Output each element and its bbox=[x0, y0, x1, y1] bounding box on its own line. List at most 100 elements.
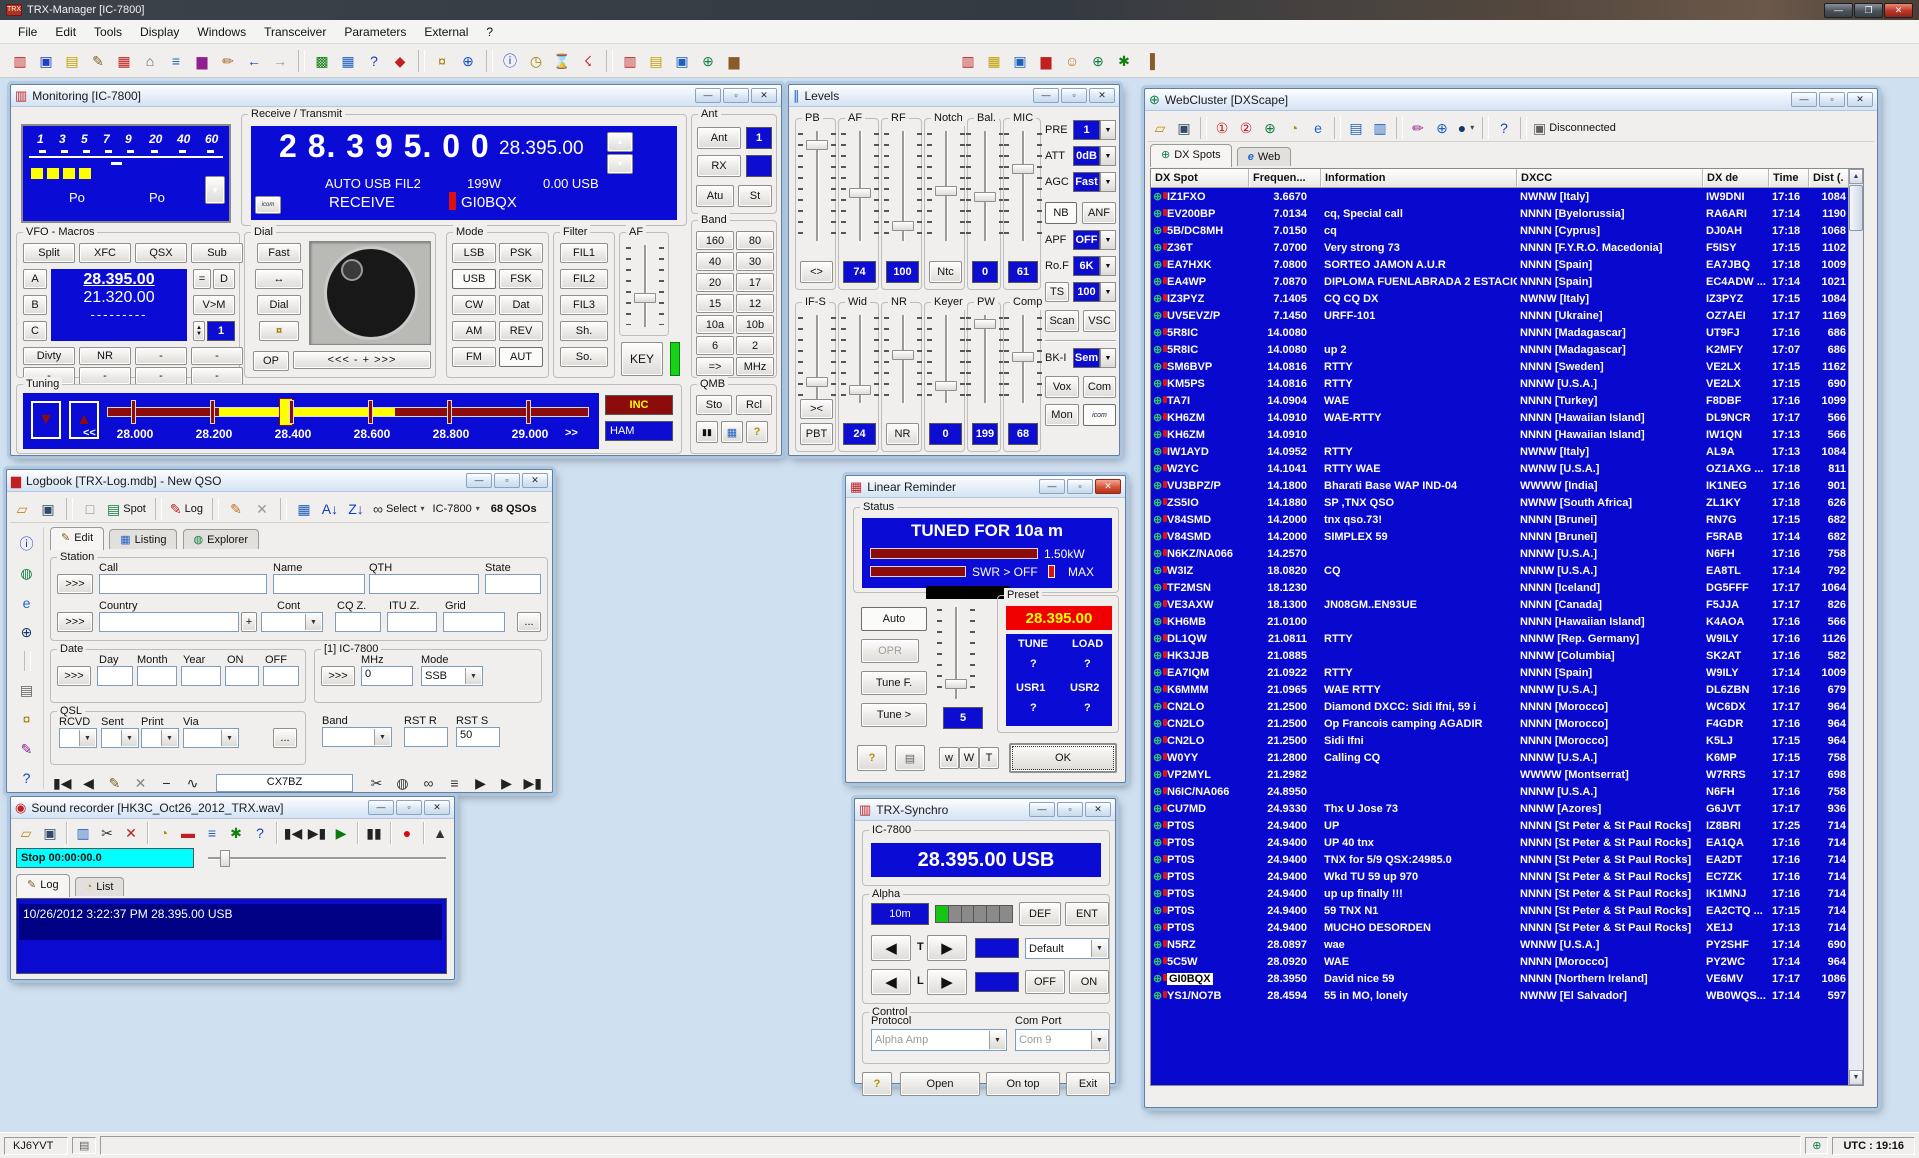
w-big-button[interactable]: W bbox=[959, 747, 979, 769]
globe-stand-icon[interactable]: ⊕ bbox=[1430, 116, 1454, 140]
af-slider-knob[interactable] bbox=[849, 188, 871, 198]
keyer-slider[interactable] bbox=[935, 315, 957, 403]
spot-row[interactable]: ⊕ZS5IO14.1880SP ,TNX QSONWNW [South Afri… bbox=[1151, 494, 1863, 511]
mode-usb-button[interactable]: USB bbox=[452, 269, 496, 289]
dial-step-bar[interactable]: <<< - + >>> bbox=[293, 351, 431, 369]
delete-icon[interactable]: ✕ bbox=[119, 821, 143, 845]
band-10a-button[interactable]: 10a bbox=[696, 315, 734, 334]
grid-field[interactable] bbox=[443, 612, 505, 632]
spot-row[interactable]: ⊕UV5EVZ/P7.1450URFF-101NNNN [Ukraine]OZ7… bbox=[1151, 307, 1863, 324]
date-now-button[interactable]: >>> bbox=[57, 666, 91, 686]
macro2-item-button[interactable]: - bbox=[79, 367, 131, 385]
spot-row[interactable]: ⊕V84SMD14.2000SIMPLEX 59NNNN [Brunei]F5R… bbox=[1151, 528, 1863, 545]
scroll-up-icon[interactable]: ▲ bbox=[1849, 169, 1863, 184]
eject-icon[interactable]: ▲ bbox=[428, 821, 452, 845]
help-mini-icon[interactable]: ? bbox=[746, 421, 768, 443]
rig2-icon[interactable]: ▥ bbox=[618, 49, 642, 73]
audio-mini-icon[interactable]: ▮▮ bbox=[696, 421, 718, 443]
rf-slider-knob[interactable] bbox=[892, 221, 914, 231]
spot-callsign[interactable]: TF2MSN bbox=[1167, 582, 1211, 594]
spot-row[interactable]: ⊕EV200BP7.0134cq, Special callNNNN [Byel… bbox=[1151, 205, 1863, 222]
spot-row[interactable]: ⊕CN2LO21.2500Diamond DXCC: Sidi Ifni, 59… bbox=[1151, 698, 1863, 715]
levels-minimize[interactable]: — bbox=[1033, 88, 1059, 103]
comp-slider-knob[interactable] bbox=[1012, 352, 1034, 362]
select-icon[interactable]: ∞Select▾ bbox=[370, 497, 428, 521]
spot-callsign[interactable]: W3IZ bbox=[1167, 565, 1193, 577]
levels-titlebar[interactable]: ∥ Levels — ▫ ✕ bbox=[789, 85, 1119, 107]
scroll-down-icon[interactable]: ▼ bbox=[1849, 1070, 1863, 1085]
list-view-icon[interactable]: ▤ bbox=[1344, 116, 1368, 140]
spot-callsign[interactable]: UV5EVZ/P bbox=[1167, 310, 1220, 322]
spot-callsign[interactable]: PT0S bbox=[1167, 820, 1195, 832]
pbt-button[interactable]: PBT bbox=[800, 423, 833, 445]
internet-explorer-icon[interactable]: e bbox=[1306, 116, 1330, 140]
dual-watch-button[interactable]: D bbox=[213, 269, 235, 289]
keyer-slider-knob[interactable] bbox=[935, 381, 957, 391]
linear-titlebar[interactable]: ▦ Linear Reminder — ▫ ✕ bbox=[846, 476, 1125, 498]
connection-icon[interactable]: ▣Disconnected bbox=[1530, 116, 1619, 140]
next-record-icon[interactable]: ▶ bbox=[495, 771, 519, 795]
delete-record-icon[interactable]: − bbox=[154, 771, 178, 795]
ts-combo[interactable]: 100▼ bbox=[1073, 282, 1116, 302]
tune-button[interactable]: Tune > bbox=[861, 703, 927, 727]
synchro-close[interactable]: ✕ bbox=[1085, 802, 1111, 817]
menu-tools[interactable]: Tools bbox=[86, 22, 130, 42]
macro-item-button[interactable]: - bbox=[191, 347, 243, 365]
spot-row[interactable]: ⊕V84SMD14.2000tnx qso.73!NNNN [Brunei]RN… bbox=[1151, 511, 1863, 528]
spot-callsign[interactable]: EA4WP bbox=[1167, 276, 1206, 288]
scrollbar-thumb[interactable] bbox=[1849, 185, 1863, 231]
linear-minimize[interactable]: — bbox=[1039, 479, 1065, 494]
webcluster-minimize[interactable]: — bbox=[1791, 92, 1817, 107]
column-header-information[interactable]: Information bbox=[1321, 169, 1517, 187]
mixer-icon[interactable]: ≡ bbox=[200, 821, 224, 845]
wid-slider[interactable] bbox=[849, 315, 871, 403]
linear-close[interactable]: ✕ bbox=[1095, 479, 1121, 494]
vsc-button[interactable]: VSC bbox=[1083, 310, 1116, 332]
clock-globe-icon[interactable]: ◷ bbox=[524, 49, 548, 73]
spot-row[interactable]: ⊕5B/DC8MH7.0150cqNNNN [Cyprus]DJ0AH17:18… bbox=[1151, 222, 1863, 239]
on-field[interactable] bbox=[225, 666, 259, 686]
webcluster-close[interactable]: ✕ bbox=[1847, 92, 1873, 107]
spot-callsign[interactable]: KH6ZM bbox=[1167, 429, 1205, 441]
tab-dx-spots[interactable]: ⊕DX Spots bbox=[1150, 144, 1232, 167]
st-button[interactable]: St bbox=[738, 185, 772, 207]
spot-row[interactable]: ⊕PT0S24.9400TNX for 5/9 QSX:24985.0NNNN … bbox=[1151, 851, 1863, 868]
redo-icon[interactable]: → bbox=[268, 49, 292, 73]
rt-scroll-up[interactable]: ▲ bbox=[607, 132, 633, 152]
com-button[interactable]: Com bbox=[1083, 376, 1116, 398]
webcluster-maximize[interactable]: ▫ bbox=[1819, 92, 1845, 107]
new-window-icon[interactable]: ▩ bbox=[310, 49, 334, 73]
t-button[interactable]: T bbox=[979, 747, 999, 769]
op-button[interactable]: OP bbox=[253, 351, 289, 371]
vfo-sub-button[interactable]: Sub bbox=[191, 243, 243, 263]
logbook-minimize[interactable]: — bbox=[466, 473, 492, 488]
sort-icon[interactable]: ≡ bbox=[443, 771, 467, 795]
maximize-button[interactable]: ❐ bbox=[1854, 3, 1883, 18]
auto-button[interactable]: Auto bbox=[861, 607, 927, 631]
spot-row[interactable]: ⊕W2YC14.1041RTTY WAENWNW [U.S.A.]OZ1AXG … bbox=[1151, 460, 1863, 477]
band-160-button[interactable]: 160 bbox=[696, 231, 734, 250]
tab-edit[interactable]: ✎Edit bbox=[50, 527, 104, 550]
logbook-icon[interactable]: ▆ bbox=[190, 49, 214, 73]
spot-callsign[interactable]: ZS5IO bbox=[1167, 497, 1199, 509]
rig-select[interactable]: IC-7800▾ bbox=[430, 497, 483, 521]
paint-icon[interactable]: ✏ bbox=[216, 49, 240, 73]
mode-rev-button[interactable]: REV bbox=[499, 321, 543, 341]
web-screen-icon[interactable]: ⊕ bbox=[696, 49, 720, 73]
tune-f-button[interactable]: Tune F. bbox=[861, 671, 927, 695]
band-mhz-button[interactable]: MHz bbox=[736, 357, 774, 376]
spot-row[interactable]: ⊕5R8IC14.0080NNNN [Madagascar]UT9FJ17:16… bbox=[1151, 324, 1863, 341]
country-field[interactable] bbox=[99, 612, 239, 632]
band-30-button[interactable]: 30 bbox=[736, 252, 774, 271]
spot-callsign[interactable]: PT0S bbox=[1167, 905, 1195, 917]
call-field[interactable] bbox=[99, 574, 267, 594]
spot-callsign[interactable]: SM6BVP bbox=[1167, 361, 1212, 373]
tab-listing[interactable]: ▦Listing bbox=[109, 529, 177, 549]
cut-icon[interactable]: ✂ bbox=[95, 821, 119, 845]
band-15-button[interactable]: 15 bbox=[696, 294, 734, 313]
webcluster-titlebar[interactable]: ⊕ WebCluster [DXScape] — ▫ ✕ bbox=[1145, 89, 1877, 111]
scan-button[interactable]: Scan bbox=[1045, 310, 1079, 332]
select-icon-dropdown-icon[interactable]: ▾ bbox=[421, 504, 425, 513]
logbook-maximize[interactable]: ▫ bbox=[494, 473, 520, 488]
ant-button[interactable]: Ant bbox=[697, 127, 741, 149]
